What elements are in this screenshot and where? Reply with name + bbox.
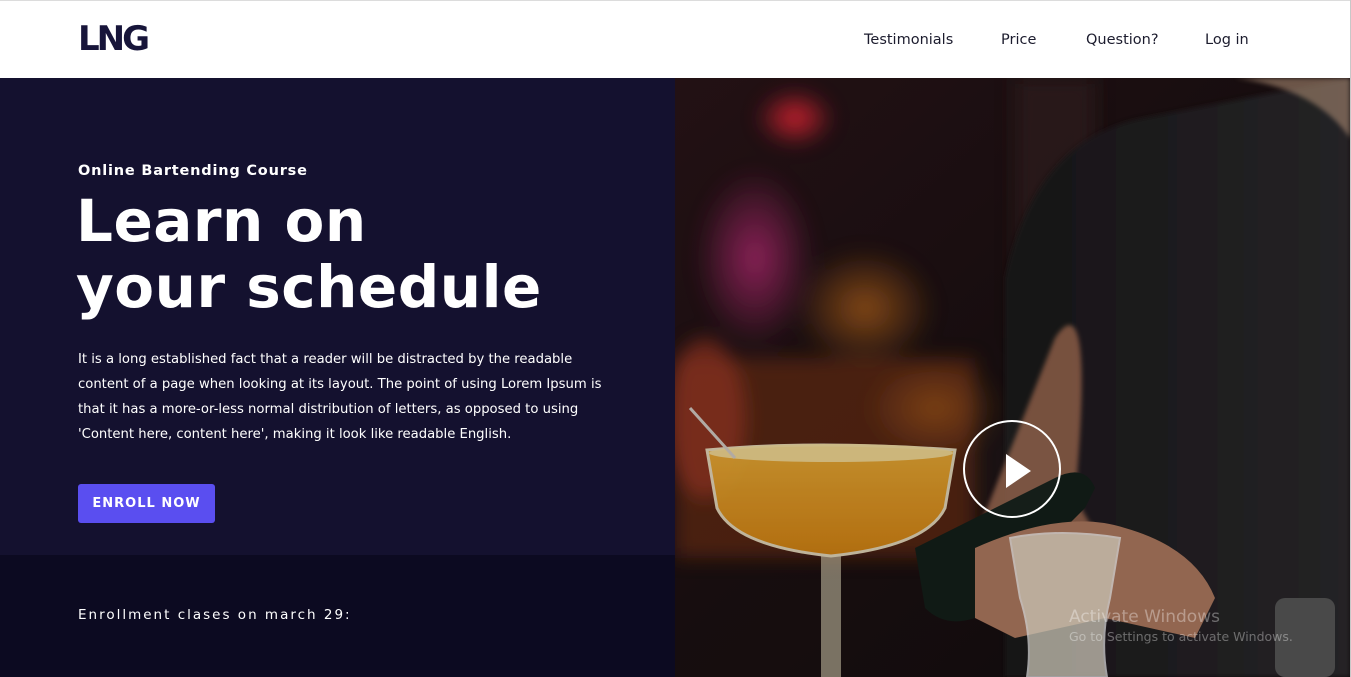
site-header: LNG Testimonials Price Question? Log in [0,0,1351,78]
description-line: that it has a more-or-less normal distri… [78,402,579,417]
enrollment-band: Enrollment clases on march 29: [0,555,675,677]
play-icon [1006,454,1031,488]
landing-page: LNG Testimonials Price Question? Log in … [0,0,1351,677]
headline-line-2: your schedule [76,253,542,321]
hero-description: It is a long established fact that a rea… [78,347,608,447]
watermark-subtitle: Go to Settings to activate Windows. [1069,629,1293,644]
main-nav: Testimonials Price Question? Log in [0,30,1351,50]
headline-line-1: Learn on [76,187,367,255]
enroll-now-button[interactable]: ENROLL NOW [78,484,215,523]
description-line: 'Content here, content here', making it … [78,427,512,442]
hero-headline: Learn on your schedule [76,188,656,320]
bartender-video-thumbnail[interactable]: Activate Windows Go to Settings to activ… [675,78,1350,677]
nav-question-link[interactable]: Question? [1086,30,1159,50]
description-line: content of a page when looking at its la… [78,377,602,392]
activate-windows-watermark: Activate Windows Go to Settings to activ… [1069,606,1293,646]
watermark-title: Activate Windows [1069,607,1220,627]
nav-login-link[interactable]: Log in [1205,30,1249,50]
bartender-photo [675,78,1350,677]
nav-price-link[interactable]: Price [1001,30,1036,50]
enrollment-date-text: Enrollment clases on march 29: [78,607,352,623]
hero-eyebrow: Online Bartending Course [78,163,308,179]
video-play-button[interactable] [963,420,1061,518]
nav-testimonials-link[interactable]: Testimonials [864,30,953,50]
hero-section: Online Bartending Course Learn on your s… [0,78,675,555]
description-line: It is a long established fact that a rea… [78,352,573,367]
